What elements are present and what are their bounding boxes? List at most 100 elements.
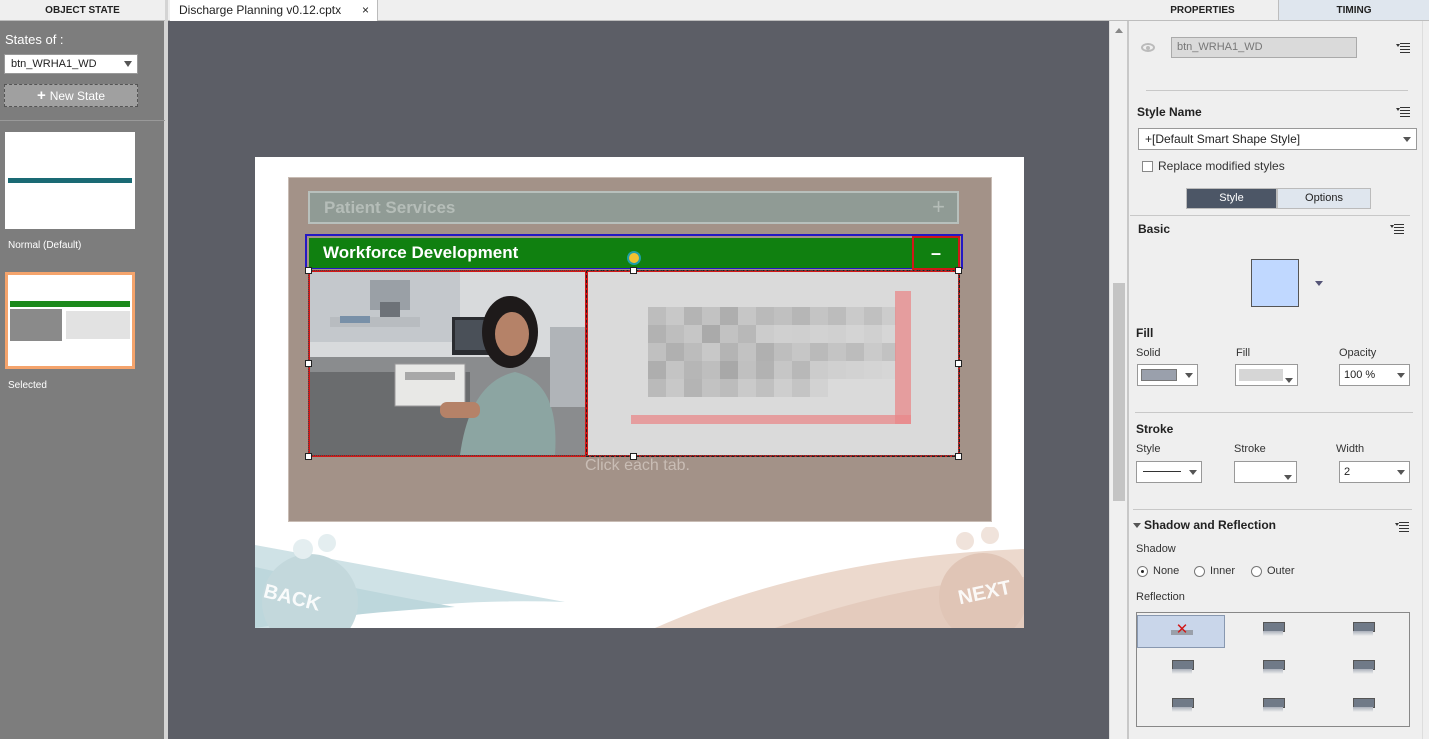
state-thumbnail-normal[interactable] <box>5 132 135 229</box>
reflection-option-icon[interactable] <box>1263 622 1285 636</box>
reflection-option-icon[interactable] <box>1353 660 1375 674</box>
footer-wave-decoration <box>255 527 1024 628</box>
panel-menu-icon[interactable] <box>1396 107 1410 117</box>
reflection-option-icon[interactable] <box>1263 698 1285 712</box>
reflection-option-icon[interactable] <box>1172 660 1194 674</box>
plus-icon: + <box>932 194 945 219</box>
style-name-label: Style Name <box>1137 105 1202 119</box>
stage-scrollbar[interactable] <box>1109 21 1127 739</box>
properties-scrollbar[interactable] <box>1422 21 1429 739</box>
resize-handle[interactable] <box>305 267 312 274</box>
fill-color-dropdown[interactable] <box>1235 364 1298 386</box>
basic-label: Basic <box>1138 222 1171 236</box>
reflection-none-option[interactable]: ✕ <box>1137 615 1225 648</box>
scrollbar-thumb[interactable] <box>1113 283 1125 501</box>
eye-icon[interactable] <box>1141 43 1155 52</box>
divider <box>1146 90 1408 91</box>
replace-modified-styles-checkbox[interactable] <box>1142 161 1153 172</box>
segment-options[interactable]: Options <box>1277 188 1371 209</box>
resize-handle[interactable] <box>305 360 312 367</box>
state-label-selected: Selected <box>8 380 47 391</box>
stroke-width-value: 2 <box>1344 466 1351 478</box>
close-icon[interactable]: × <box>362 0 369 20</box>
shadow-inner-label: Inner <box>1210 565 1236 577</box>
reflection-option-icon[interactable] <box>1353 622 1375 636</box>
collapse-triangle-icon[interactable] <box>1133 523 1141 528</box>
shadow-inner-radio[interactable] <box>1194 566 1205 577</box>
fill-type-dropdown[interactable] <box>1137 364 1198 386</box>
tab-properties[interactable]: PROPERTIES <box>1127 0 1278 21</box>
dropdown-arrow-icon <box>1189 470 1197 475</box>
resize-handle[interactable] <box>630 267 637 274</box>
thumbnail-header-bar <box>10 301 130 307</box>
tab-patient-services[interactable]: Patient Services + <box>308 191 959 224</box>
stroke-color-dropdown[interactable] <box>1234 461 1297 483</box>
thumbnail-text <box>66 311 130 339</box>
dropdown-arrow-icon <box>1403 137 1411 142</box>
fill-fill-label: Fill <box>1236 347 1251 359</box>
reflection-option-icon[interactable] <box>1353 698 1375 712</box>
states-select-value: btn_WRHA1_WD <box>11 58 97 70</box>
dropdown-arrow-icon <box>124 61 132 67</box>
fill-gradient-chip <box>1239 369 1283 381</box>
stroke-color-label: Stroke <box>1234 443 1266 455</box>
shadow-none-label: None <box>1153 565 1180 577</box>
thumbnail-header-bar <box>8 178 132 183</box>
replace-modified-styles-label: Replace modified styles <box>1158 159 1285 173</box>
style-name-value: +[Default Smart Shape Style] <box>1145 132 1301 146</box>
divider <box>1130 215 1410 216</box>
fill-section-label: Fill <box>1136 326 1154 340</box>
state-label-normal: Normal (Default) <box>8 240 82 251</box>
shadow-outer-radio[interactable] <box>1251 566 1262 577</box>
dropdown-arrow-icon[interactable] <box>1315 281 1323 286</box>
resize-handle[interactable] <box>955 453 962 460</box>
object-state-panel <box>0 0 168 739</box>
pivot-icon[interactable] <box>627 251 641 265</box>
tab-patient-services-label: Patient Services <box>324 198 456 217</box>
stroke-style-label: Style <box>1136 443 1161 455</box>
collapse-button[interactable]: – <box>912 236 960 270</box>
style-name-select[interactable]: +[Default Smart Shape Style] <box>1138 128 1417 150</box>
segment-style[interactable]: Style <box>1186 188 1277 209</box>
opacity-value: 100 % <box>1344 369 1376 381</box>
shadow-none-radio[interactable] <box>1137 566 1148 577</box>
reflection-label: Reflection <box>1136 591 1185 603</box>
plus-icon: + <box>36 87 46 104</box>
states-select[interactable]: btn_WRHA1_WD <box>4 54 138 74</box>
scroll-up-icon[interactable] <box>1115 28 1123 33</box>
states-of-label: States of : <box>5 32 64 47</box>
tab-timing[interactable]: TIMING <box>1278 0 1429 21</box>
tab-workforce-development-label: Workforce Development <box>323 243 519 262</box>
panel-menu-icon[interactable] <box>1396 43 1410 53</box>
resize-handle[interactable] <box>955 360 962 367</box>
reflection-option-icon[interactable] <box>1263 660 1285 674</box>
object-name-field[interactable]: btn_WRHA1_WD <box>1171 37 1357 58</box>
divider <box>1133 509 1412 510</box>
resize-handle[interactable] <box>305 453 312 460</box>
reflection-option-icon[interactable] <box>1172 698 1194 712</box>
stroke-section-label: Stroke <box>1136 422 1174 436</box>
opacity-dropdown[interactable]: 100 % <box>1339 364 1410 386</box>
minus-icon: – <box>930 243 941 263</box>
dropdown-arrow-icon <box>1185 373 1193 378</box>
stroke-width-label: Width <box>1336 443 1365 455</box>
thumbnail-photo <box>10 309 62 341</box>
panel-menu-icon[interactable] <box>1390 224 1404 234</box>
shadow-reflection-label[interactable]: Shadow and Reflection <box>1144 518 1276 532</box>
resize-handle[interactable] <box>955 267 962 274</box>
stroke-style-dropdown[interactable] <box>1136 461 1202 483</box>
shadow-label: Shadow <box>1136 543 1176 555</box>
document-tab[interactable]: Discharge Planning v0.12.cptx × <box>170 0 378 21</box>
state-thumbnail-selected[interactable] <box>5 272 135 369</box>
opacity-label: Opacity <box>1339 347 1377 359</box>
shape-style-swatch[interactable] <box>1251 259 1299 307</box>
slide-canvas: Patient Services + Workforce Development… <box>255 157 1024 628</box>
tab-object-state[interactable]: OBJECT STATE <box>0 0 165 21</box>
panel-menu-icon[interactable] <box>1395 522 1409 532</box>
instruction-text: Click each tab. <box>585 457 690 474</box>
shadow-outer-label: Outer <box>1267 565 1295 577</box>
new-state-button[interactable]: + New State <box>4 84 138 107</box>
stroke-width-dropdown[interactable]: 2 <box>1339 461 1410 483</box>
fill-color-chip <box>1141 369 1177 381</box>
remove-x-icon: ✕ <box>1175 621 1189 638</box>
